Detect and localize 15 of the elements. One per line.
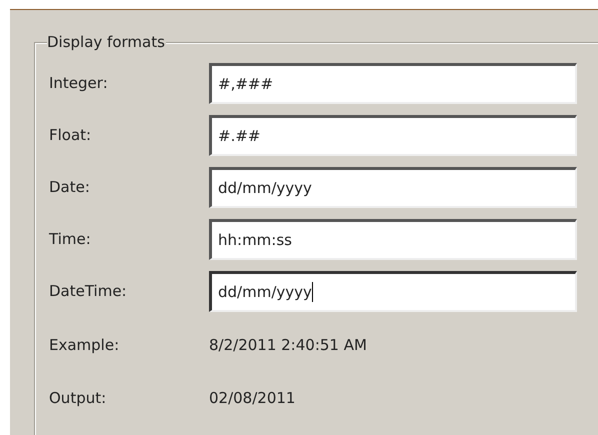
field-label: Integer:: [49, 73, 109, 94]
field-label: DateTime:: [49, 281, 128, 302]
readout-label: Example:: [49, 335, 120, 356]
text-cursor: [312, 282, 313, 302]
input-field[interactable]: #.##: [209, 115, 577, 156]
readout-value: 02/08/2011: [209, 388, 296, 408]
readout-label: Output:: [49, 388, 108, 408]
input-field[interactable]: dd/mm/yyyy: [209, 271, 577, 312]
input-field[interactable]: dd/mm/yyyy: [209, 167, 577, 208]
readout-value: 8/2/2011 2:40:51 AM: [209, 335, 367, 356]
field-label: Date:: [49, 177, 91, 198]
field-label: Time:: [49, 229, 92, 250]
input-field[interactable]: hh:mm:ss: [209, 219, 577, 260]
field-label: Float:: [49, 125, 92, 146]
input-field[interactable]: #,###: [209, 63, 577, 104]
